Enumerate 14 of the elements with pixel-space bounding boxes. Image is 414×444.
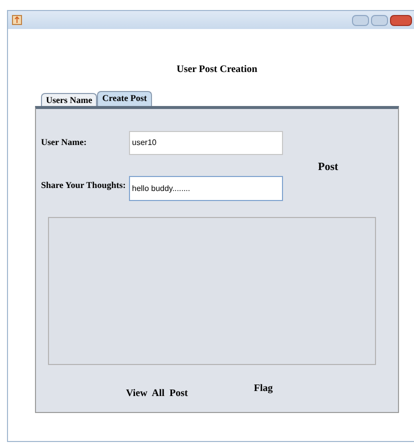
user-name-field[interactable]: user10 bbox=[129, 131, 283, 155]
close-button[interactable] bbox=[390, 14, 412, 26]
view-all-post-button[interactable]: View All Post bbox=[126, 386, 188, 401]
minimize-button[interactable] bbox=[352, 14, 369, 26]
post-button[interactable]: Post bbox=[318, 159, 338, 176]
maximize-button[interactable] bbox=[371, 14, 388, 26]
flag-button[interactable]: Flag bbox=[254, 381, 273, 396]
app-icon bbox=[12, 15, 22, 25]
thoughts-field[interactable]: hello buddy........ bbox=[129, 176, 283, 201]
field-label: User Name: bbox=[41, 136, 88, 150]
window-title: User Post Creation bbox=[176, 63, 258, 77]
tab[interactable]: Create Post bbox=[97, 91, 152, 106]
tab[interactable]: Users Name bbox=[41, 93, 98, 106]
field-label: Share Your Thoughts: bbox=[41, 179, 127, 192]
